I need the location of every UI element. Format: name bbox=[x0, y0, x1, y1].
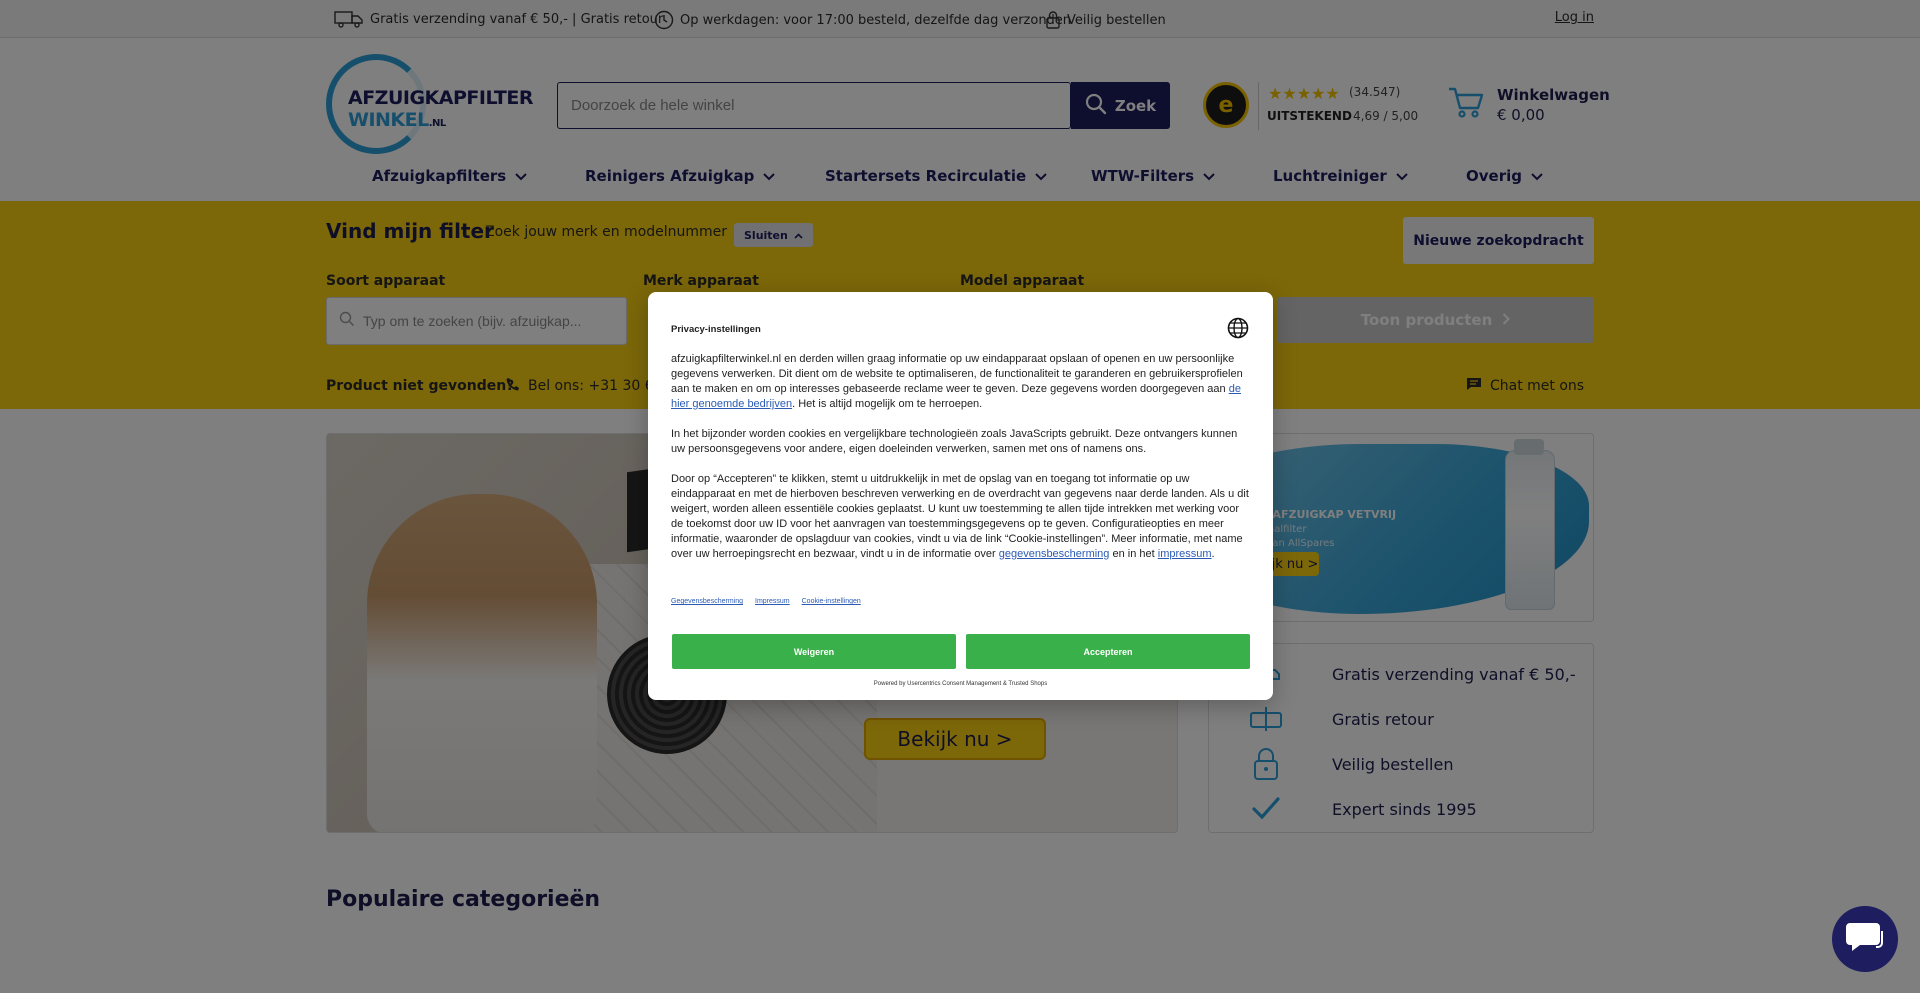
consent-footer: Powered by Usercentrics Consent Manageme… bbox=[873, 681, 1048, 687]
consent-paragraph-3: Door op “Accepteren” te klikken, stemt u… bbox=[671, 472, 1251, 562]
privacy-consent-dialog: Privacy-instellingen afzuigkapfilterwink… bbox=[648, 292, 1273, 700]
decline-button[interactable]: Weigeren bbox=[672, 634, 956, 669]
consent-p1-a: afzuigkapfilterwinkel.nl en derden wille… bbox=[671, 353, 1243, 395]
consent-links: Gegevensbescherming Impressum Cookie-ins… bbox=[671, 598, 861, 605]
impressum-link[interactable]: Impressum bbox=[755, 598, 790, 605]
consent-p3-end: . bbox=[1211, 548, 1215, 560]
chat-widget-button[interactable] bbox=[1832, 906, 1898, 972]
consent-paragraph-1: afzuigkapfilterwinkel.nl en derden wille… bbox=[671, 352, 1251, 412]
globe-icon[interactable] bbox=[1227, 317, 1249, 344]
consent-p1-b: . Het is altijd mogelijk om te herroepen… bbox=[792, 398, 983, 410]
chat-bubble-icon bbox=[1844, 919, 1886, 959]
consent-p3-a: Door op “Accepteren” te klikken, stemt u… bbox=[671, 473, 1249, 560]
consent-p3-mid: en in het bbox=[1109, 548, 1158, 560]
impressum-inline-link[interactable]: impressum bbox=[1158, 548, 1212, 560]
cookie-settings-link[interactable]: Cookie-instellingen bbox=[802, 598, 861, 605]
consent-body: afzuigkapfilterwinkel.nl en derden wille… bbox=[671, 352, 1251, 577]
privacy-inline-link[interactable]: gegevensbescherming bbox=[999, 548, 1110, 560]
consent-title: Privacy-instellingen bbox=[671, 324, 761, 335]
privacy-link[interactable]: Gegevensbescherming bbox=[671, 598, 743, 605]
consent-paragraph-2: In het bijzonder worden cookies en verge… bbox=[671, 428, 1238, 455]
accept-button[interactable]: Accepteren bbox=[966, 634, 1250, 669]
